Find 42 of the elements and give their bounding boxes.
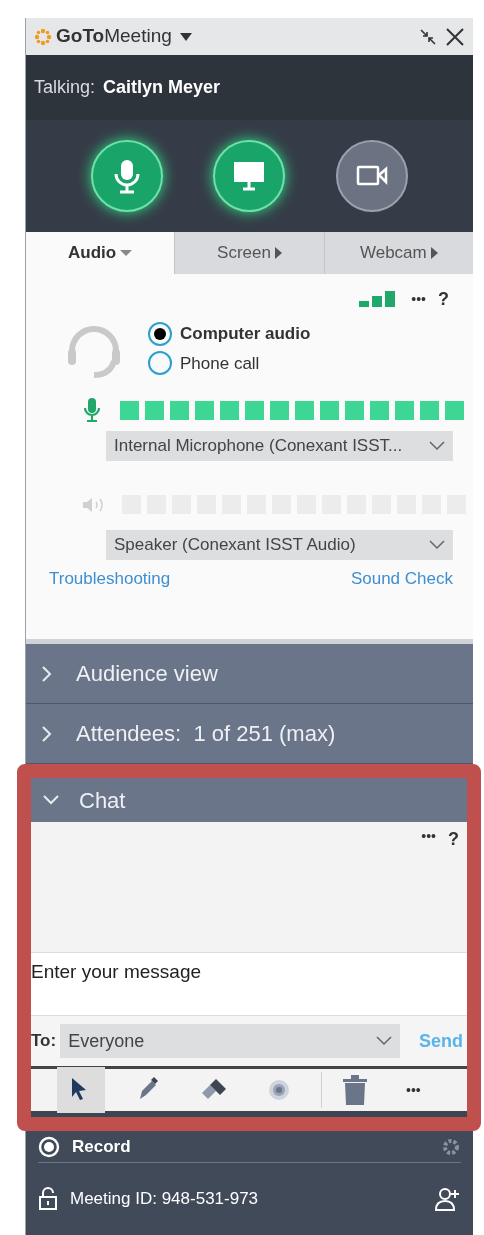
audio-option[interactable]: Phone call — [148, 350, 311, 376]
chevron-icon — [42, 665, 52, 682]
help-button[interactable]: ? — [448, 826, 459, 853]
unlock-icon — [38, 1187, 58, 1211]
section-header[interactable]: Audience view — [26, 644, 473, 704]
microphone-button[interactable] — [91, 140, 164, 212]
caret-icon — [430, 247, 438, 259]
trash-icon[interactable] — [340, 1074, 370, 1106]
more-options-button[interactable]: ••• — [421, 826, 436, 847]
chat-header[interactable]: Chat — [31, 778, 467, 822]
chevron-icon — [376, 1036, 393, 1046]
pointer-icon[interactable] — [57, 1067, 105, 1113]
logo-icon — [34, 27, 52, 46]
record-button[interactable]: Record — [72, 1133, 131, 1160]
close-icon[interactable] — [445, 26, 465, 47]
app-title: GoToMeeting — [56, 24, 172, 49]
more-options-button[interactable]: ••• — [411, 289, 426, 310]
caret-icon — [274, 247, 282, 259]
chevron-icon — [42, 725, 52, 742]
meeting-id: Meeting ID: 948-531-973 — [70, 1188, 259, 1211]
record-icon — [38, 1135, 60, 1158]
screen-share-button[interactable] — [213, 140, 286, 212]
microphone-icon — [82, 397, 102, 423]
recipient-select[interactable]: Everyone — [60, 1024, 401, 1058]
talking-label: Talking: — [34, 76, 96, 99]
collapse-icon[interactable] — [419, 27, 437, 46]
chevron-icon — [429, 441, 445, 451]
dropdown-icon[interactable] — [179, 32, 192, 41]
caret-icon — [120, 250, 133, 256]
add-person-icon[interactable] — [435, 1187, 461, 1211]
section-header[interactable]: Attendees: 1 of 251 (max) — [26, 704, 473, 764]
more-tools-button[interactable]: ••• — [406, 1079, 421, 1101]
chevron-icon — [429, 540, 445, 550]
to-label: To: — [31, 1030, 57, 1053]
speaker-name: Caitlyn Meyer — [103, 76, 221, 99]
chat-title: Chat — [79, 786, 126, 815]
help-button[interactable]: ? — [438, 286, 449, 313]
audio-option[interactable]: Computer audio — [148, 321, 311, 347]
message-field[interactable]: Enter your message — [31, 952, 467, 1016]
tab[interactable]: Audio — [26, 232, 175, 274]
speaker-select[interactable]: Speaker (Conexant ISST Audio) — [106, 530, 453, 560]
microphone-select[interactable]: Internal Microphone (Conexant ISST... — [106, 431, 453, 461]
